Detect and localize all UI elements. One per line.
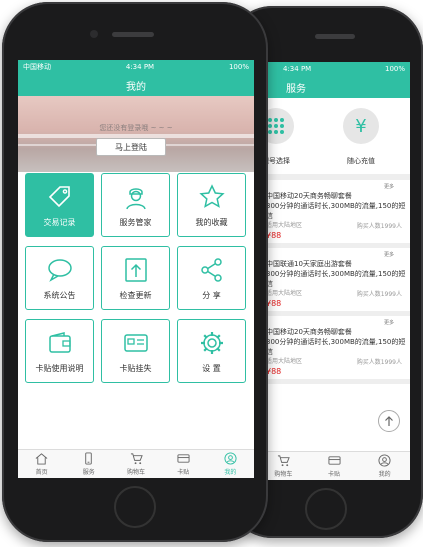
status-battery: 100% — [228, 63, 249, 71]
package-sold: 购买人数1999人 — [356, 291, 402, 298]
user-icon — [378, 454, 391, 467]
tile-label: 交易记录 — [43, 217, 76, 227]
tile-card-report-loss[interactable]: 卡贴挂失 — [101, 319, 170, 383]
back-home-button[interactable] — [305, 488, 347, 530]
back-nav-bar: 服务 — [258, 76, 410, 98]
tile-label: 服务管家 — [119, 217, 152, 227]
package-price: ¥88 — [266, 299, 282, 308]
front-status-bar: 中国移动 4:34 PM 100% — [18, 60, 254, 74]
tile-label: 设 置 — [202, 363, 221, 373]
cart-icon — [130, 453, 143, 465]
package-sold: 购买人数1999人 — [356, 223, 402, 230]
tab-label: 购物车 — [274, 471, 293, 478]
back-phone-speaker — [315, 34, 355, 39]
back-tab-bar: 购物车 卡贴 我的 — [258, 451, 410, 480]
agent-icon — [125, 187, 146, 209]
package-sold: 购买人数1999人 — [356, 359, 402, 366]
star-icon — [198, 183, 225, 208]
package-title: 中国移动20天商务畅聊套餐 — [266, 192, 352, 200]
id-card-icon — [123, 333, 148, 352]
share-icon — [200, 257, 222, 282]
front-tab-bar: 首页 服务 购物车 卡贴 我的 — [18, 449, 254, 478]
front-camera — [90, 30, 98, 38]
front-home-button[interactable] — [114, 486, 156, 528]
tab-cart[interactable]: 购物车 — [112, 450, 159, 478]
status-time: 4:34 PM — [125, 63, 155, 71]
package-title: 中国移动20天商务畅聊套餐 — [266, 328, 352, 336]
tab-card-sticker[interactable]: 卡贴 — [160, 450, 207, 478]
package-price: ¥88 — [266, 367, 282, 376]
tab-home[interactable]: 首页 — [18, 450, 65, 478]
upload-icon — [124, 257, 147, 282]
user-icon — [224, 452, 237, 465]
phone-icon — [85, 452, 93, 465]
tab-service[interactable]: 服务 — [65, 450, 112, 478]
tab-label: 我的 — [224, 469, 237, 476]
more-link[interactable]: 更多 — [258, 248, 410, 259]
cart-icon — [277, 455, 290, 467]
service-recharge[interactable]: ¥ 随心充值 — [343, 108, 379, 166]
tab-label: 购物车 — [127, 469, 146, 476]
package-title: 中国联通10天家庭出游套餐 — [266, 260, 352, 268]
tab-mine[interactable]: 我的 — [207, 450, 254, 478]
scroll-top-button[interactable] — [378, 410, 400, 432]
card-icon — [327, 456, 341, 465]
back-page-title: 服务 — [286, 83, 306, 95]
status-carrier: 中国移动 — [23, 63, 51, 71]
tile-label: 系统公告 — [43, 290, 76, 300]
tab-label: 服务 — [82, 469, 95, 476]
profile-banner: 您还没有登录哦 ~ ~ ~ 马上登陆 — [18, 96, 254, 172]
gear-icon — [200, 331, 223, 354]
tab-mine[interactable]: 我的 — [359, 452, 410, 480]
more-link[interactable]: 更多 — [258, 316, 410, 327]
back-status-battery: 100% — [384, 65, 405, 73]
tile-announcements[interactable]: 系统公告 — [25, 246, 94, 310]
home-icon — [35, 453, 48, 465]
card-icon — [177, 454, 190, 463]
tab-card-sticker[interactable]: 卡贴 — [309, 452, 360, 480]
tile-settings[interactable]: 设 置 — [177, 319, 246, 383]
back-status-bar: 4:34 PM 100% — [258, 62, 410, 76]
login-hint: 您还没有登录哦 ~ ~ ~ — [99, 124, 173, 132]
yen-icon: ¥ — [343, 108, 379, 144]
page-title: 我的 — [126, 81, 146, 93]
package-desc: 300分钟的通话时长,300MB的流量,150的短信 — [266, 270, 406, 288]
front-phone-speaker — [112, 32, 154, 37]
service-label: 随心充值 — [347, 157, 375, 165]
tile-label: 检查更新 — [119, 290, 152, 300]
login-button[interactable]: 马上登陆 — [96, 138, 166, 156]
package-item[interactable]: 中国移动20天商务畅聊套餐 300分钟的通话时长,300MB的流量,150的短信… — [258, 327, 410, 384]
package-desc: 300分钟的通话时长,300MB的流量,150的短信 — [266, 338, 406, 356]
tile-label: 卡贴使用说明 — [35, 363, 84, 373]
service-shortcuts: 靓号选择 ¥ 随心充值 — [258, 98, 410, 180]
tab-label: 卡贴 — [177, 469, 190, 476]
tile-label: 我的收藏 — [195, 217, 228, 227]
tab-label: 首页 — [35, 469, 48, 476]
front-nav-bar: 我的 — [18, 74, 254, 96]
more-link[interactable]: 更多 — [258, 180, 410, 191]
tile-transactions[interactable]: 交易记录 — [25, 173, 94, 237]
arrow-up-icon — [385, 416, 393, 426]
package-desc: 300分钟的通话时长,300MB的流量,150的短信 — [266, 202, 406, 220]
package-price: ¥88 — [266, 231, 282, 240]
front-screen: 中国移动 4:34 PM 100% 我的 您还没有登录哦 ~ ~ ~ 马上登陆 … — [18, 60, 254, 478]
speech-bubble-icon — [47, 258, 72, 282]
tile-favorites[interactable]: 我的收藏 — [177, 173, 246, 237]
package-item[interactable]: 中国联通10天家庭出游套餐 300分钟的通话时长,300MB的流量,150的短信… — [258, 259, 410, 316]
back-status-time: 4:34 PM — [283, 65, 312, 73]
tile-service-agent[interactable]: 服务管家 — [101, 173, 170, 237]
package-item[interactable]: 中国移动20天商务畅聊套餐 300分钟的通话时长,300MB的流量,150的短信… — [258, 191, 410, 248]
tag-icon — [48, 185, 70, 207]
wallet-icon — [48, 331, 71, 353]
tile-label: 分 享 — [202, 290, 221, 300]
tile-check-update[interactable]: 检查更新 — [101, 246, 170, 310]
tab-label: 卡贴 — [328, 471, 341, 478]
tab-label: 我的 — [378, 471, 391, 478]
tile-share[interactable]: 分 享 — [177, 246, 246, 310]
tile-card-guide[interactable]: 卡贴使用说明 — [25, 319, 94, 383]
feature-grid: 交易记录 服务管家 我的收藏 系统公告 检查更新 分 享 卡贴使用说明 卡贴挂失… — [18, 173, 254, 383]
tile-label: 卡贴挂失 — [119, 363, 152, 373]
